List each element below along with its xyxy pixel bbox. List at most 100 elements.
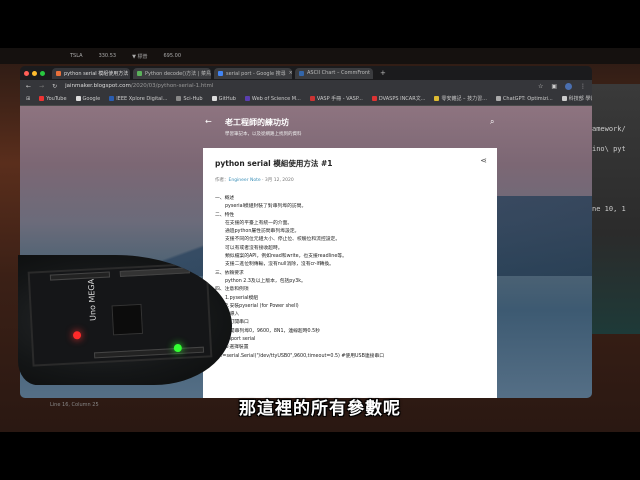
url-path: /2020/03/python-serial-1.html — [130, 83, 214, 89]
ticker: ▼ 標普 — [132, 53, 148, 60]
bookmark-icon — [244, 96, 250, 101]
profile-avatar[interactable] — [565, 82, 572, 90]
bookmark-label: GitHub — [218, 95, 236, 102]
bookmark-label: 零安雜記 – 技力習... — [441, 96, 487, 102]
maximize-window-button[interactable] — [40, 70, 45, 76]
post-line: 可以有或者沒有接收超時。 — [225, 245, 283, 251]
bookmark-label: YouTube — [46, 95, 67, 102]
bookmarks-bar: ⊞ YouTube Google IEEE Xplore Digital... Sci-… — [20, 92, 592, 106]
bookmark-label: Google — [82, 95, 101, 102]
blog-subtitle: 學習筆記本，以及從網路上找到的資料 — [225, 132, 302, 137]
terminal-line: amework/ — [592, 125, 626, 133]
tab-title: ASCII Chart – CommFront — [307, 70, 370, 76]
author-link[interactable]: Engineer Note — [229, 178, 261, 183]
url-input[interactable]: jainmaker.blogspot.com/2020/03/python-se… — [65, 83, 530, 89]
bookmark-label: Web of Science M... — [251, 95, 301, 102]
tab-bar: python serial 模組使用方法 #1×Python decode()方… — [20, 66, 592, 80]
bookmark-item[interactable]: 零安雜記 – 技力習... — [434, 95, 487, 102]
post-line: python 2.3及以上版本，包括py3k。 — [225, 278, 306, 284]
address-bar-row: ← → ↻ jainmaker.blogspot.com/2020/03/pyt… — [20, 80, 592, 92]
bookmark-item[interactable]: ChatGPT: Optimizi... — [495, 96, 553, 102]
post-date: · 3月 12, 2020 — [262, 178, 294, 183]
bookmark-item[interactable]: Web of Science M... — [244, 95, 301, 102]
bookmark-item[interactable]: Google — [75, 95, 101, 102]
post-line: 通過python屬性訪問串列埠設定。 — [225, 229, 300, 235]
browser-tab[interactable]: serial port - Google 搜尋 × — [214, 67, 292, 79]
post-line: 一、概述 — [215, 196, 235, 201]
close-window-button[interactable] — [24, 70, 29, 76]
post-line: import serial — [225, 337, 256, 343]
terminal-line: ne 10, 1 — [592, 205, 626, 213]
bookmark-label: 科技部 學術補助... — [568, 96, 592, 102]
minimize-window-button[interactable] — [32, 70, 37, 76]
back-icon[interactable]: ← — [26, 83, 31, 90]
search-icon[interactable]: ⌕ — [490, 117, 494, 127]
bookmark-icon — [371, 96, 377, 101]
bookmark-icon — [309, 96, 315, 101]
post-line: ser=serial.Serial("/dev/ttyUSB0",9600,ti… — [215, 353, 385, 359]
back-arrow-icon[interactable]: ← — [205, 117, 212, 126]
bookmark-label: IEEE Xplore Digital... — [116, 95, 168, 102]
bookmark-item[interactable]: IEEE Xplore Digital... — [109, 96, 167, 102]
tab-favicon-icon — [218, 70, 223, 76]
post-line: 支援二進位制傳輸，沒有null消除，沒有cr-lf轉換。 — [225, 262, 334, 268]
terminal-window[interactable]: amework/ino\ pyt ne 10, 1 — [592, 84, 640, 334]
browser-tab[interactable]: python serial 模組使用方法 #1× — [52, 67, 130, 79]
bookmark-label: Sci-Hub — [183, 95, 203, 102]
bookmark-item[interactable]: DVASPS INCAR文... — [371, 95, 426, 102]
bookmark-icon — [109, 96, 115, 101]
reload-icon[interactable]: ↻ — [52, 83, 57, 90]
post-line: 四、注意和例項 — [215, 287, 249, 293]
url-host: jainmaker.blogspot.com — [65, 83, 131, 89]
post-line: 1.pyserial模組 — [225, 295, 259, 301]
post-line: 支援不同的位元組大小、停止位、校驗位和流控設定。 — [225, 237, 341, 243]
star-icon[interactable]: ☆ — [538, 83, 543, 90]
post-line: pyserial模組封裝了對串列埠的訪問。 — [225, 204, 307, 210]
post-line: 4.打開串口 — [225, 320, 249, 326]
author-label: 作者： — [215, 178, 229, 183]
post-meta: 作者：Engineer Note · 3月 12, 2020 — [215, 177, 485, 183]
post-line: 類似檔案的API，例如read和write，也支援readline等。 — [225, 254, 347, 260]
bookmark-item[interactable]: YouTube — [39, 95, 67, 102]
ticker-value: 695.00 — [163, 53, 182, 59]
post-line: 在支援的平臺上有統一的介面。 — [225, 220, 293, 226]
bookmark-icon — [561, 96, 567, 101]
post-line: 打開串列埠0，9600，8N1，連線超時0.5秒 — [225, 328, 320, 334]
terminal-line: ino\ pyt — [592, 145, 626, 153]
post-card: python serial 模組使用方法 #1 ⋖ 作者：Engineer No… — [203, 148, 497, 398]
bookmark-label: DVASPS INCAR文... — [378, 96, 426, 102]
bookmark-item[interactable]: GitHub — [211, 95, 236, 102]
tab-title: Python decode()方法 | 菜鳥教 — [145, 70, 211, 77]
forward-icon[interactable]: → — [39, 83, 44, 90]
board-label: Uno MEGA — [86, 278, 98, 322]
share-icon[interactable]: ⋖ — [480, 156, 487, 165]
ticker-value: 330.53 — [98, 53, 117, 59]
menu-icon[interactable]: ⋮ — [580, 83, 586, 90]
new-tab-button[interactable]: + — [380, 69, 386, 77]
post-title: python serial 模組使用方法 #1 — [215, 159, 333, 168]
bookmark-item[interactable]: 科技部 學術補助... — [561, 95, 592, 102]
arduino-board-image: Uno MEGA — [27, 262, 213, 367]
blog-title[interactable]: 老工程師的練功坊 — [225, 117, 289, 128]
menubar: TSLA 330.53 ▼ 標普 695.00 — [0, 48, 640, 64]
bookmark-item[interactable]: VASP 手冊 - VASP... — [309, 95, 363, 102]
browser-tab[interactable]: Python decode()方法 | 菜鳥教× — [133, 67, 211, 79]
tab-favicon-icon — [56, 70, 61, 76]
browser-tab[interactable]: ASCII Chart – CommFront× — [295, 67, 373, 79]
bookmark-icon — [176, 96, 182, 101]
extensions-icon[interactable]: ▣ — [551, 83, 557, 90]
close-tab-icon[interactable]: × — [289, 70, 292, 76]
bookmark-icon — [39, 96, 45, 101]
bookmark-icon — [495, 96, 501, 101]
bookmark-icon — [75, 96, 81, 101]
apps-icon[interactable]: ⊞ — [26, 96, 30, 102]
bookmark-icon — [434, 96, 440, 101]
video-subtitle: 那這裡的所有參數呢 — [239, 399, 401, 419]
tab-favicon-icon — [299, 70, 304, 76]
bookmark-item[interactable]: Sci-Hub — [176, 95, 203, 102]
